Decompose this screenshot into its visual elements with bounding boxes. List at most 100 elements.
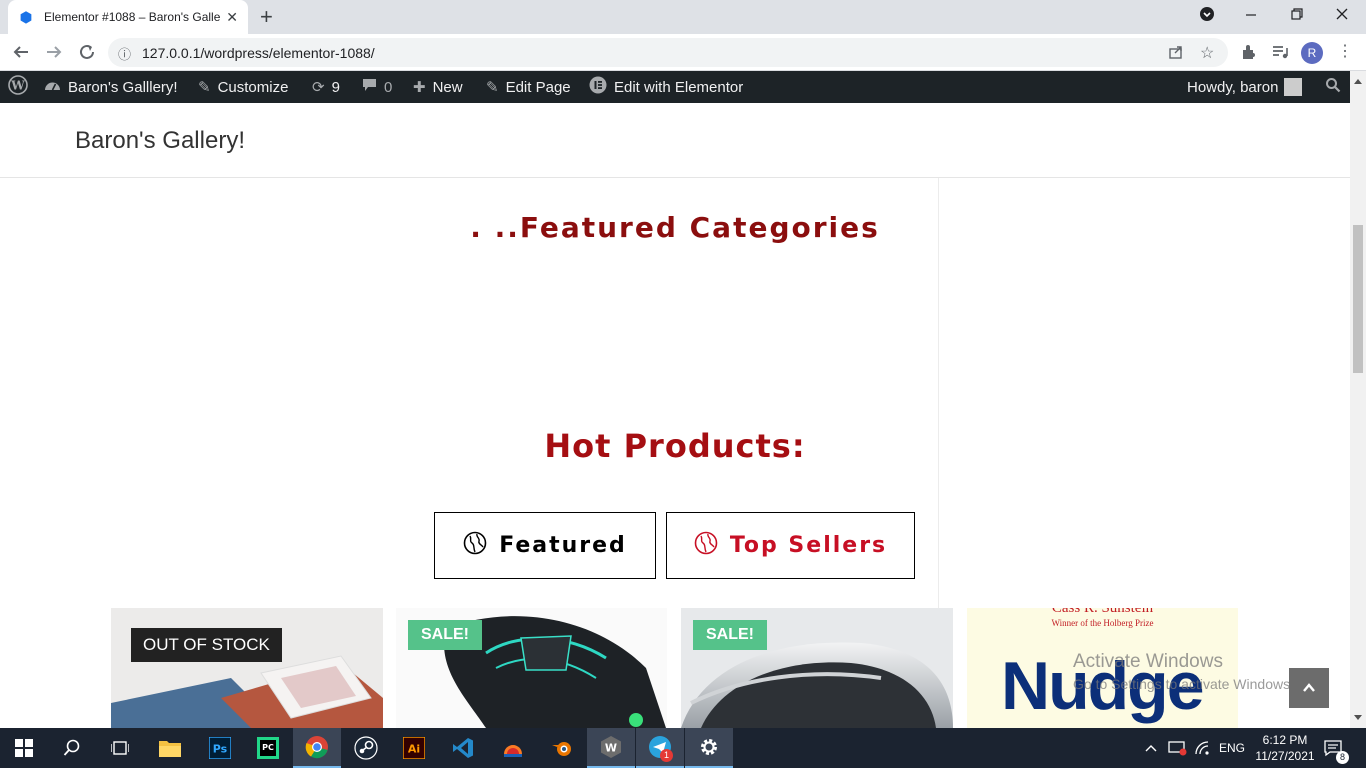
hot-products-heading: Hot Products: [544,427,806,465]
chrome-icon [305,736,328,759]
wp-comments-count: 0 [384,78,393,96]
notification-count: 8 [1336,751,1349,764]
tray-device-icon[interactable] [1168,728,1188,768]
wamp-icon: W [601,736,621,758]
folder-icon [159,741,181,757]
new-tab-button[interactable]: + [260,6,273,28]
scrollbar-thumb[interactable] [1353,225,1363,373]
taskbar-blender[interactable] [538,728,586,768]
dashboard-gauge-icon [44,78,61,96]
steam-icon [354,736,378,760]
user-avatar [1284,78,1303,96]
bookmark-star-icon[interactable]: ☆ [1200,43,1214,63]
more-menu-icon[interactable]: ⋮ [1337,43,1353,61]
paintbrush-icon: ✎ [198,79,211,96]
wp-new-item[interactable]: ✚ New [413,71,463,103]
product-card[interactable]: OUT OF STOCK [111,608,383,728]
reload-icon[interactable] [78,43,96,64]
search-button[interactable] [48,728,96,768]
taskbar-pycharm[interactable]: PC [244,728,292,768]
media-queue-icon[interactable] [1271,43,1289,64]
browser-tab-strip: ⬢ Elementor #1088 – Baron's Galle ✕ + [0,0,1366,34]
product-image [111,608,383,728]
taskbar-illustrator[interactable]: Ai [390,728,438,768]
svg-text:Ps: Ps [213,743,228,756]
tab-top-sellers[interactable]: Top Sellers [666,512,915,579]
page-scrollbar[interactable] [1350,71,1366,728]
wp-admin-bar: W Baron's Galllery! ✎ Customize ⟳ 9 0 ✚ … [0,71,1350,103]
back-arrow-icon[interactable] [12,43,30,64]
site-header: Baron's Gallery! [0,103,1350,178]
product-card[interactable]: SALE! [396,608,667,728]
wp-updates-count: 9 [331,78,340,96]
monitor-alert-icon [1168,741,1187,756]
elementor-icon [589,76,607,98]
scroll-up-arrow-icon[interactable] [1350,75,1366,87]
wordpress-logo-icon: W [8,75,28,99]
book-author: Cass R. Sunstein [1051,608,1154,616]
wp-search-item[interactable] [1325,71,1341,103]
activate-windows-title: Activate Windows [1073,651,1223,672]
forward-arrow-icon[interactable] [45,43,63,64]
clock-date: 11/27/2021 [1255,749,1315,763]
search-icon [63,739,80,756]
wifi-icon [1195,741,1209,755]
share-icon[interactable] [1168,44,1184,65]
start-button[interactable] [0,728,48,768]
tab-search-icon[interactable] [1199,6,1215,27]
out-of-stock-badge: OUT OF STOCK [131,628,282,662]
wp-edit-elementor-item[interactable]: Edit with Elementor [589,71,743,103]
browser-tab[interactable]: ⬢ Elementor #1088 – Baron's Galle ✕ [8,0,248,34]
taskbar-file-explorer[interactable] [146,728,194,768]
featured-categories-heading: . ..Featured Categories [470,211,880,244]
close-window-icon[interactable] [1336,6,1348,27]
task-view-icon [111,741,129,755]
language-label: ENG [1219,741,1246,755]
wp-site-name-item[interactable]: Baron's Galllery! [44,71,178,103]
wp-customize-item[interactable]: ✎ Customize [198,71,288,103]
close-tab-icon[interactable]: ✕ [226,9,238,26]
wp-customize-label: Customize [217,78,289,96]
taskbar-settings[interactable] [685,728,733,768]
chevron-up-icon [1303,682,1315,692]
taskbar-vscode[interactable] [439,728,487,768]
wp-updates-item[interactable]: ⟳ 9 [312,71,340,103]
restore-icon[interactable] [1291,6,1303,27]
taskbar-lamp-app[interactable] [489,728,537,768]
taskbar-photoshop[interactable]: Ps [196,728,244,768]
blender-icon [552,742,571,756]
scroll-to-top-button[interactable] [1289,668,1329,708]
minimize-icon[interactable] [1245,6,1257,27]
scroll-down-arrow-icon[interactable] [1350,712,1366,724]
taskbar-wamp[interactable]: W [587,728,635,768]
task-view-button[interactable] [96,728,144,768]
wp-logo-item[interactable]: W [8,71,28,103]
comment-bubble-icon [362,78,377,96]
wp-comments-item[interactable]: 0 [362,71,392,103]
wp-my-account-item[interactable]: Howdy, baron [1187,71,1303,103]
tray-clock[interactable]: 6:12 PM 11/27/2021 [1252,728,1318,768]
url-text: 127.0.0.1/wordpress/elementor-1088/ [142,45,375,61]
taskbar-chrome[interactable] [293,728,341,768]
notification-center[interactable]: 8 [1324,728,1349,768]
tray-language[interactable]: ENG [1219,728,1245,768]
taskbar-telegram[interactable]: 1 [636,728,684,768]
elementor-favicon-icon: ⬢ [19,9,33,25]
tray-wifi[interactable] [1194,728,1212,768]
address-bar[interactable]: ⓘ 127.0.0.1/wordpress/elementor-1088/ ☆ [108,38,1228,67]
pycharm-icon: PC [257,737,279,759]
taskbar-steam[interactable] [342,728,390,768]
site-info-icon[interactable]: ⓘ [118,44,131,63]
product-card[interactable]: SALE! [681,608,953,728]
globe-icon [463,531,487,561]
extensions-icon[interactable] [1240,43,1258,64]
photoshop-icon: Ps [209,737,231,759]
svg-text:Ai: Ai [408,743,420,756]
show-hidden-icons[interactable] [1144,728,1158,768]
wp-edit-page-item[interactable]: ✎ Edit Page [486,71,571,103]
site-title[interactable]: Baron's Gallery! [75,127,245,155]
tab-featured[interactable]: Featured [434,512,656,579]
tab-top-sellers-label: Top Sellers [729,533,888,558]
wp-howdy-label: Howdy, baron [1187,78,1279,96]
profile-avatar[interactable]: R [1301,42,1323,64]
